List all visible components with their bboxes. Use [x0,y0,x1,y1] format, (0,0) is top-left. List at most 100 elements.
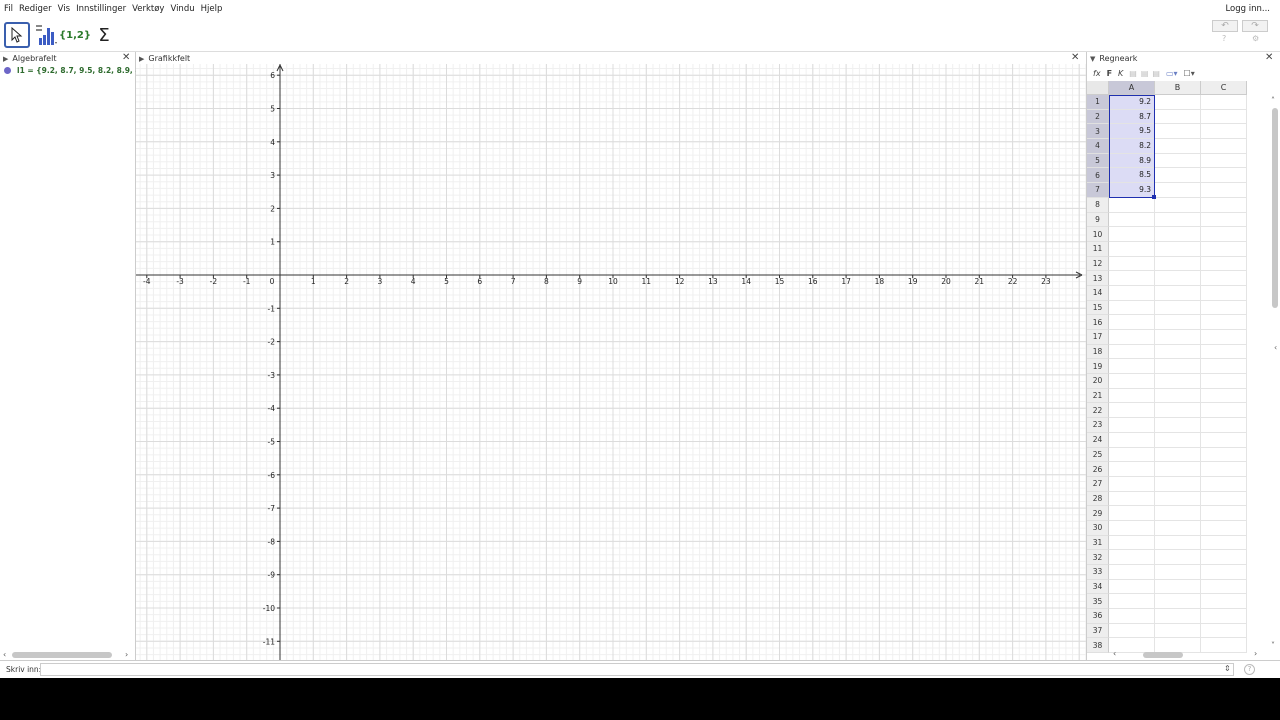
algebra-entry-text[interactable]: l1 = {9.2, 8.7, 9.5, 8.2, 8.9, 8.5, 9 [17,66,136,75]
cell-b11[interactable] [1155,241,1201,257]
cell-c22[interactable] [1201,403,1247,419]
input-help-icon[interactable]: ? [1244,664,1255,675]
row-header[interactable]: 32 [1087,550,1109,565]
cell-a23[interactable] [1109,418,1155,433]
cell-b8[interactable] [1155,197,1201,213]
cell-c7[interactable] [1201,183,1247,198]
scroll-left-icon[interactable]: ‹ [1113,649,1116,658]
collapse-triangle-icon[interactable]: ▶ [3,55,8,63]
menu-fil[interactable]: Fil [0,4,16,14]
menu-rediger[interactable]: Rediger [16,4,55,14]
cell-b3[interactable] [1155,124,1201,140]
align-right-icon[interactable]: ▤ [1152,69,1160,78]
side-panel-toggle-icon[interactable]: ‹ [1274,343,1277,352]
cell-c26[interactable] [1201,462,1247,477]
row-header[interactable]: 16 [1087,315,1109,330]
visibility-dot-icon[interactable] [4,67,11,74]
algebra-scroll-thumb[interactable] [12,652,112,658]
cell-a34[interactable] [1109,579,1155,595]
cell-a3[interactable]: 9.5 [1109,124,1155,140]
cell-a21[interactable] [1109,388,1155,404]
cell-c10[interactable] [1201,227,1247,242]
cell-b9[interactable] [1155,212,1201,228]
cell-a14[interactable] [1109,285,1155,301]
row-header[interactable]: 13 [1087,271,1109,286]
cell-a7[interactable]: 9.3 [1109,183,1155,198]
corner-cell[interactable] [1087,81,1109,95]
row-header[interactable]: 31 [1087,535,1109,551]
cell-b24[interactable] [1155,432,1201,448]
sum-tool-button[interactable]: Σ [91,22,117,48]
cell-b30[interactable] [1155,520,1201,536]
row-header[interactable]: 5 [1087,153,1109,169]
row-header[interactable]: 25 [1087,447,1109,463]
cell-a35[interactable] [1109,594,1155,610]
cell-a13[interactable] [1109,271,1155,286]
cell-b6[interactable] [1155,168,1201,184]
scroll-up-icon[interactable]: ˄ [1271,96,1275,105]
scroll-right-icon[interactable]: › [1254,649,1257,658]
row-header[interactable]: 12 [1087,256,1109,272]
cell-b37[interactable] [1155,623,1201,639]
cell-c2[interactable] [1201,109,1247,125]
collapse-triangle-icon[interactable]: ▶ [139,55,144,63]
cell-a37[interactable] [1109,623,1155,639]
cell-c33[interactable] [1201,565,1247,580]
cell-b36[interactable] [1155,609,1201,624]
row-header[interactable]: 14 [1087,285,1109,301]
menu-vindu[interactable]: Vindu [167,4,197,14]
cell-c27[interactable] [1201,476,1247,492]
redo-button[interactable]: ↷ [1242,20,1268,32]
cell-b22[interactable] [1155,403,1201,419]
cell-c16[interactable] [1201,315,1247,330]
align-center-icon[interactable]: ▤ [1141,69,1149,78]
cell-a6[interactable]: 8.5 [1109,168,1155,184]
cell-c15[interactable] [1201,300,1247,316]
spreadsheet-hscrollbar[interactable]: ‹ › [1109,649,1261,660]
cell-a28[interactable] [1109,491,1155,507]
cell-c17[interactable] [1201,330,1247,345]
cell-a15[interactable] [1109,300,1155,316]
cell-a27[interactable] [1109,476,1155,492]
cell-c36[interactable] [1201,609,1247,624]
cell-c13[interactable] [1201,271,1247,286]
cell-b23[interactable] [1155,418,1201,433]
cell-c31[interactable] [1201,535,1247,551]
cell-a30[interactable] [1109,520,1155,536]
cell-a11[interactable] [1109,241,1155,257]
row-header[interactable]: 38 [1087,638,1109,654]
graphics-canvas[interactable]: -4 -3 -2 -1 0 1 2 3 4 5 6 7 8 9 10 11 12 13 14 15 16 17 18 19 20… [136,64,1086,660]
cell-a19[interactable] [1109,359,1155,375]
cell-c11[interactable] [1201,241,1247,257]
cell-c29[interactable] [1201,506,1247,521]
cell-b14[interactable] [1155,285,1201,301]
cell-b13[interactable] [1155,271,1201,286]
cell-c19[interactable] [1201,359,1247,375]
row-header[interactable]: 18 [1087,344,1109,360]
cell-c24[interactable] [1201,432,1247,448]
cell-b34[interactable] [1155,579,1201,595]
spreadsheet-grid[interactable]: A B C 1 9.2 2 8.7 3 9.5 4 8.2 5 8.9 6 8.5 7 9.3 8 9 10 11… [1087,81,1263,654]
cell-c25[interactable] [1201,447,1247,463]
cell-a10[interactable] [1109,227,1155,242]
row-header[interactable]: 11 [1087,241,1109,257]
algebra-entry[interactable]: l1 = {9.2, 8.7, 9.5, 8.2, 8.9, 8.5, 9 [4,66,136,75]
cell-a1[interactable]: 9.2 [1109,95,1155,110]
cell-b35[interactable] [1155,594,1201,610]
cell-c20[interactable] [1201,374,1247,389]
cell-b1[interactable] [1155,95,1201,110]
cell-a16[interactable] [1109,315,1155,330]
fill-color-icon[interactable]: ▭▾ [1166,69,1178,78]
row-header[interactable]: 8 [1087,197,1109,213]
cell-b31[interactable] [1155,535,1201,551]
cell-b2[interactable] [1155,109,1201,125]
row-header[interactable]: 35 [1087,594,1109,610]
cell-b28[interactable] [1155,491,1201,507]
settings-gear-icon[interactable]: ⚙ [1252,34,1259,43]
cell-b18[interactable] [1155,344,1201,360]
cell-b19[interactable] [1155,359,1201,375]
cell-b21[interactable] [1155,388,1201,404]
menu-verktoy[interactable]: Verktøy [129,4,167,14]
cell-c4[interactable] [1201,139,1247,154]
cell-b5[interactable] [1155,153,1201,169]
